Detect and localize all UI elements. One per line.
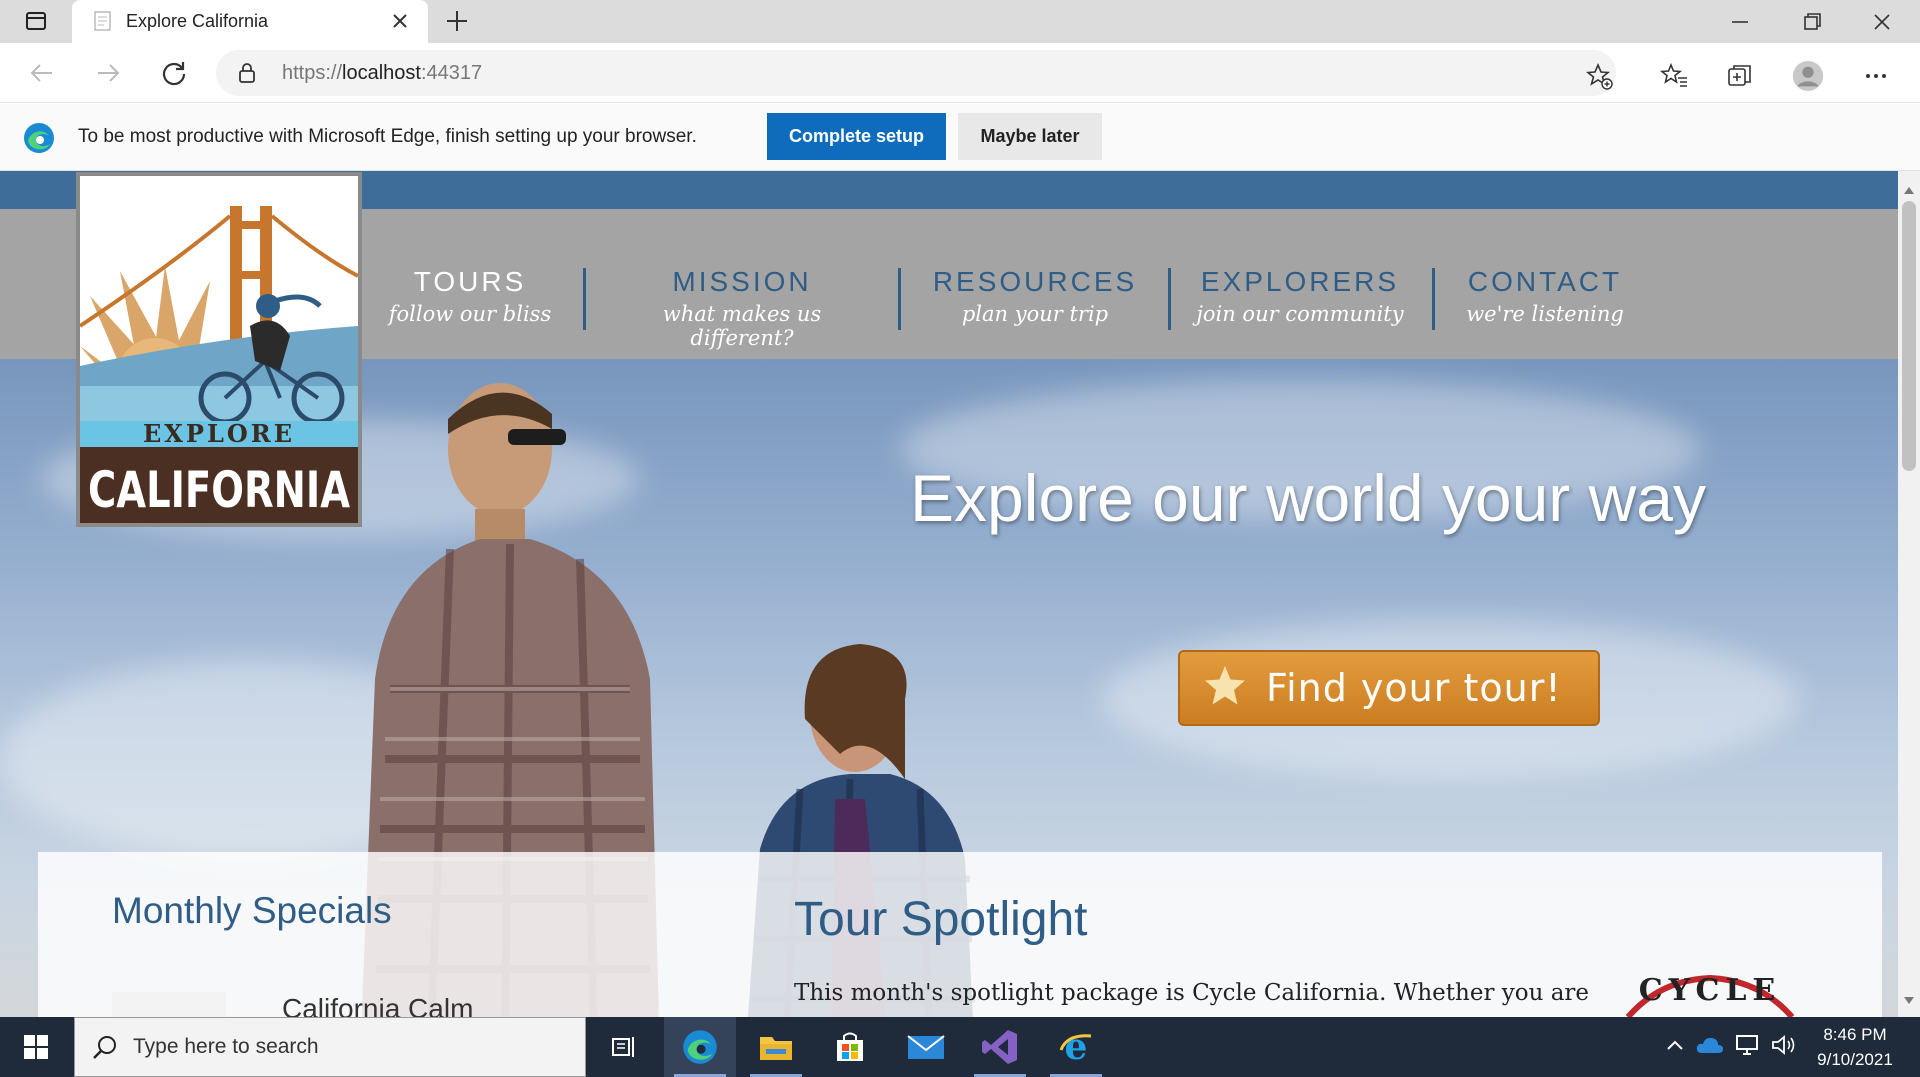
windows-logo-icon [24,1035,48,1059]
visual-studio-icon [982,1030,1017,1064]
logo-explore-text: EXPLORE [143,419,295,448]
start-button[interactable] [0,1017,72,1077]
profile-avatar-icon[interactable] [1792,60,1824,92]
site-logo[interactable]: EXPLORE CALIFORNIA [76,172,362,527]
nav-contact-tagline: we're listening [1466,302,1624,326]
nav-explorers-label: EXPLORERS [1200,266,1400,297]
search-icon [91,1034,119,1066]
minimize-icon[interactable] [1728,10,1752,38]
complete-setup-button[interactable]: Complete setup [767,113,946,160]
refresh-icon[interactable] [158,57,190,89]
taskbar-visual-studio[interactable] [964,1017,1036,1077]
infobar-message: To be most productive with Microsoft Edg… [78,126,697,147]
edge-logo-icon [22,121,56,159]
find-tour-button[interactable]: Find your tour! [1178,650,1600,726]
logo-artwork: EXPLORE CALIFORNIA [80,176,358,523]
task-view-button[interactable] [588,1017,660,1077]
tab-actions-icon [26,12,46,30]
taskbar-mail[interactable] [890,1017,962,1077]
back-arrow-icon[interactable] [26,57,58,89]
search-placeholder: Type here to search [133,1035,319,1058]
nav-mission-label: MISSION [672,266,812,297]
tab-title: Explore California [126,11,269,31]
lock-icon[interactable] [236,62,258,88]
edge-browser-icon [683,1030,717,1064]
nav-mission[interactable]: MISSION what makes us different? [612,266,872,350]
maybe-later-button[interactable]: Maybe later [958,113,1102,160]
system-tray [1664,1017,1796,1077]
store-icon [837,1032,863,1061]
cycle-badge-image: CYCLE [1625,973,1795,1017]
folder-icon [760,1037,792,1060]
nav-resources-tagline: plan your trip [961,302,1109,326]
add-favorite-icon[interactable] [1585,62,1615,96]
nav-tours-label: TOURS [413,266,527,297]
volume-icon[interactable] [1770,1033,1796,1061]
nav-explorers-tagline: join our community [1196,302,1404,326]
url-port: :44317 [420,62,483,84]
favorites-icon[interactable] [1658,60,1690,92]
nav-resources-label: RESOURCES [932,266,1138,297]
svg-text:CYCLE: CYCLE [1639,973,1782,1008]
url-host: localhost [342,62,421,84]
scroll-up-icon[interactable] [1904,179,1914,198]
tab-actions-button[interactable] [14,8,58,34]
page-scrollbar[interactable] [1898,171,1920,1017]
network-icon[interactable] [1734,1033,1760,1061]
taskbar-search[interactable]: Type here to search [74,1017,586,1077]
taskbar-internet-explorer[interactable]: e [1040,1017,1112,1077]
nav-separator [898,268,901,330]
nav-explorers[interactable]: EXPLORERS join our community [1190,266,1410,326]
forward-arrow-icon[interactable] [92,57,124,89]
nav-tours-tagline: follow our bliss [388,302,552,326]
setup-infobar: To be most productive with Microsoft Edg… [0,104,1920,171]
tab-close-icon[interactable] [390,11,410,35]
page-favicon-icon [92,10,114,36]
monthly-specials-heading: Monthly Specials [112,890,392,931]
nav-separator [1432,268,1435,330]
url-text: https://localhost:44317 [282,62,482,85]
taskbar-store[interactable] [814,1017,886,1077]
windows-taskbar: Type here to search e 8:46 PM 9/10/2021 [0,1017,1920,1077]
mail-icon [907,1035,945,1059]
tab-strip: Explore California [0,0,1920,43]
url-scheme: https:// [282,62,343,84]
restore-icon[interactable] [1800,10,1824,38]
nav-separator [1168,268,1171,330]
tour-spotlight-heading: Tour Spotlight [794,893,1088,946]
address-bar[interactable]: https://localhost:44317 [216,50,1616,96]
hero-headline: Explore our world your way [910,461,1706,535]
taskbar-edge[interactable] [664,1017,736,1077]
nav-contact[interactable]: CONTACT we're listening [1460,266,1630,326]
scroll-thumb[interactable] [1902,201,1916,471]
browser-tab[interactable]: Explore California [72,0,428,43]
logo-california-text: CALIFORNIA [88,461,350,519]
new-tab-icon[interactable] [444,8,470,38]
clock-date: 9/10/2021 [1817,1050,1893,1069]
task-view-icon [612,1037,634,1057]
star-icon [1202,663,1248,713]
find-tour-label: Find your tour! [1266,666,1562,710]
clock-time: 8:46 PM [1823,1025,1887,1044]
taskbar-file-explorer[interactable] [740,1017,812,1077]
nav-resources[interactable]: RESOURCES plan your trip [920,266,1150,326]
chevron-up-icon[interactable] [1664,1034,1686,1060]
window-close-icon[interactable] [1870,10,1894,38]
nav-separator [583,268,586,330]
system-clock[interactable]: 8:46 PM 9/10/2021 [1800,1022,1910,1072]
nav-mission-tagline: what makes us different? [662,302,822,350]
nav-contact-label: CONTACT [1467,266,1623,297]
nav-tours[interactable]: TOURS follow our bliss [380,266,560,326]
internet-explorer-icon: e [1059,1028,1092,1066]
collections-icon[interactable] [1724,60,1756,92]
more-menu-icon[interactable] [1860,60,1892,92]
svg-text:e: e [1065,1028,1088,1066]
onedrive-icon[interactable] [1696,1035,1724,1059]
scroll-down-icon[interactable] [1904,990,1914,1009]
spotlight-text: This month's spotlight package is Cycle … [794,980,1590,1006]
